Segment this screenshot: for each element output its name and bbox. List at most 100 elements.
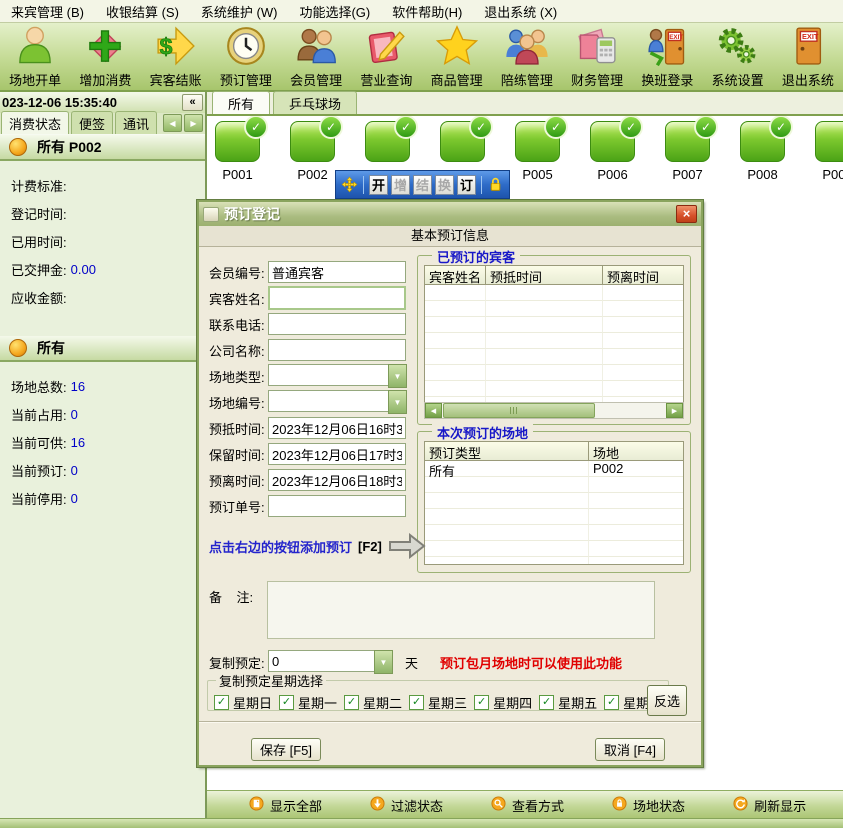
guest-name-input[interactable] — [268, 286, 406, 310]
toolbar-button-label: 换班登录 — [641, 73, 693, 88]
venue-number-combobox[interactable]: ▼ — [268, 390, 407, 414]
sidebar-field-value: 0 — [71, 407, 78, 422]
hold-time-input[interactable] — [268, 443, 406, 465]
tab-scroll-left-icon[interactable]: ◀ — [163, 114, 182, 132]
venue-item-P009[interactable]: ✓P009 — [800, 121, 843, 182]
column-header-场地[interactable]: 场地 — [589, 442, 684, 461]
menu-item-2[interactable]: 收银结算 (S) — [95, 0, 190, 23]
statusbar-button-page[interactable]: 显示全部 — [249, 796, 322, 815]
table-row[interactable]: 所有P002 — [425, 461, 683, 477]
copy-days-input[interactable] — [268, 650, 375, 672]
venue-item-P001[interactable]: ✓P001 — [207, 121, 275, 182]
cancel-button[interactable]: 取消 [F4] — [595, 738, 665, 761]
separator — [481, 176, 482, 194]
venue-tab-乒乓球场[interactable]: 乒乓球场 — [273, 91, 357, 114]
toolbar-button-clock[interactable]: 预订管理 — [211, 23, 281, 90]
venue-item-P007[interactable]: ✓P007 — [650, 121, 725, 182]
venue-available-icon: ✓ — [515, 121, 560, 162]
departure-time-input[interactable] — [268, 469, 406, 491]
weekday-option-星期日[interactable]: ✓星期日 — [214, 693, 272, 712]
phone-input[interactable] — [268, 313, 406, 335]
menu-item-4[interactable]: 功能选择(G) — [288, 0, 381, 23]
column-header-预订类型[interactable]: 预订类型 — [425, 442, 589, 461]
menu-item-5[interactable]: 软件帮助(H) — [381, 0, 473, 23]
venue-item-P005[interactable]: ✓P005 — [500, 121, 575, 182]
checkbox-checked-icon[interactable]: ✓ — [474, 695, 489, 710]
sidebar-tab-便签[interactable]: 便签 — [71, 111, 113, 134]
tab-scroll-right-icon[interactable]: ▶ — [184, 114, 203, 132]
add-booking-arrow-button[interactable] — [388, 533, 426, 559]
sidebar-tab-消费状态[interactable]: 消费状态 — [1, 111, 69, 134]
statusbar-button-refresh[interactable]: 刷新显示 — [733, 796, 806, 815]
weekday-option-星期三[interactable]: ✓星期三 — [409, 693, 467, 712]
toolbar-button-three-people[interactable]: 陪练管理 — [492, 23, 562, 90]
venue-type-combobox[interactable]: ▼ — [268, 364, 407, 388]
menu-item-3[interactable]: 系统维护 (W) — [190, 0, 289, 23]
statusbar-button-magnifier[interactable]: 查看方式 — [491, 796, 564, 815]
toolbar-button-two-people[interactable]: 会员管理 — [281, 23, 351, 90]
close-icon[interactable]: × — [676, 205, 697, 223]
toolbar-button-folder-calculator[interactable]: 财务管理 — [562, 23, 632, 90]
quick-开-button[interactable]: 开 — [369, 175, 388, 195]
checkbox-checked-icon[interactable]: ✓ — [604, 695, 619, 710]
checkbox-checked-icon[interactable]: ✓ — [344, 695, 359, 710]
save-button[interactable]: 保存 [F5] — [251, 738, 321, 761]
checkbox-checked-icon[interactable]: ✓ — [539, 695, 554, 710]
table-empty-row — [425, 317, 683, 333]
star-icon — [435, 24, 479, 73]
toolbar-button-person[interactable]: 场地开单 — [0, 23, 70, 90]
statusbar-button-filter-down[interactable]: 过滤状态 — [370, 796, 443, 815]
booking-number-input[interactable] — [268, 495, 406, 517]
venue-item-P006[interactable]: ✓P006 — [575, 121, 650, 182]
checkbox-checked-icon[interactable]: ✓ — [409, 695, 424, 710]
checkbox-checked-icon[interactable]: ✓ — [279, 695, 294, 710]
sidebar-tab-通讯[interactable]: 通讯 — [115, 111, 157, 134]
menu-item-6[interactable]: 退出系统 (X) — [473, 0, 568, 23]
toolbar-button-label: 增加消费 — [79, 73, 131, 88]
column-header-预抵时间[interactable]: 预抵时间 — [486, 266, 603, 285]
toolbar-button-plus-diamond[interactable]: 增加消费 — [70, 23, 140, 90]
toolbar-button-gears[interactable]: 系统设置 — [703, 23, 773, 90]
quick-增-button: 增 — [391, 175, 410, 195]
weekday-option-星期一[interactable]: ✓星期一 — [279, 693, 337, 712]
table-cell — [603, 301, 684, 317]
column-header-预离时间[interactable]: 预离时间 — [603, 266, 684, 285]
toolbar-button-dollar-arrow[interactable]: $宾客结账 — [141, 23, 211, 90]
chevron-down-icon[interactable]: ▼ — [388, 364, 407, 388]
toolbar-button-clipboard-pencil[interactable]: 营业查询 — [351, 23, 421, 90]
collapse-sidebar-button[interactable]: « — [182, 94, 203, 111]
venue-item-P008[interactable]: ✓P008 — [725, 121, 800, 182]
toolbar-button-star[interactable]: 商品管理 — [422, 23, 492, 90]
scroll-left-icon[interactable]: ◀ — [425, 403, 442, 418]
venue-type-input[interactable] — [268, 364, 389, 386]
checkbox-checked-icon[interactable]: ✓ — [214, 695, 229, 710]
company-input[interactable] — [268, 339, 406, 361]
dialog-system-icon[interactable] — [203, 207, 219, 222]
quick-订-button[interactable]: 订 — [457, 175, 476, 195]
chevron-down-icon[interactable]: ▼ — [388, 390, 407, 414]
venue-number-input[interactable] — [268, 390, 389, 412]
weekday-option-星期四[interactable]: ✓星期四 — [474, 693, 532, 712]
arrival-time-input[interactable] — [268, 417, 406, 439]
venue-label: P007 — [650, 167, 725, 182]
table-cell — [425, 381, 486, 397]
weekday-option-星期二[interactable]: ✓星期二 — [344, 693, 402, 712]
weekday-option-星期五[interactable]: ✓星期五 — [539, 693, 597, 712]
menu-item-1[interactable]: 来宾管理 (B) — [0, 0, 95, 23]
venue-tab-所有[interactable]: 所有 — [212, 91, 270, 114]
remark-textarea[interactable] — [267, 581, 655, 639]
guests-table-hscrollbar[interactable]: ◀ ▶ — [424, 402, 684, 419]
table-cell — [425, 509, 589, 525]
move-handle-icon[interactable] — [341, 176, 358, 193]
toolbar-button-door-person[interactable]: EXIT换班登录 — [632, 23, 702, 90]
sidebar-field-label: 当前占用: — [11, 405, 67, 424]
column-header-宾客姓名[interactable]: 宾客姓名 — [425, 266, 486, 285]
scroll-right-icon[interactable]: ▶ — [666, 403, 683, 418]
statusbar-button-lock[interactable]: 场地状态 — [612, 796, 685, 815]
scroll-thumb[interactable] — [443, 403, 595, 418]
invert-selection-button[interactable]: 反选 — [647, 685, 687, 716]
orange-ball-icon — [9, 138, 27, 156]
member-id-input[interactable] — [268, 261, 406, 283]
toolbar-button-exit-door[interactable]: EXIT退出系统 — [773, 23, 843, 90]
padlock-icon[interactable] — [487, 176, 504, 193]
